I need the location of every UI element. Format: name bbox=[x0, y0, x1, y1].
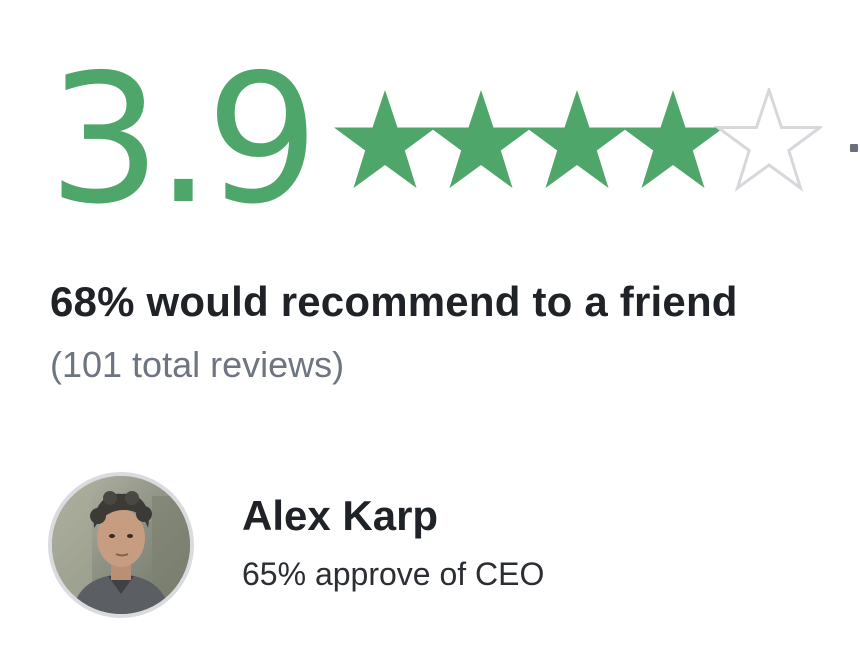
star-2-icon bbox=[430, 90, 532, 188]
star-4-icon bbox=[622, 90, 724, 188]
rating-summary: 3.9 bbox=[48, 36, 319, 243]
total-reviews-link[interactable]: (101 total reviews) bbox=[50, 344, 344, 386]
recommend-percentage: 68% would recommend to a friend bbox=[50, 278, 738, 325]
ceo-avatar[interactable] bbox=[48, 472, 194, 618]
ceo-card[interactable]: Alex Karp 65% approve of CEO bbox=[48, 472, 544, 618]
ceo-approval: 65% approve of CEO bbox=[242, 556, 545, 592]
ceo-name[interactable]: Alex Karp bbox=[242, 492, 662, 540]
ceo-info: Alex Karp 65% approve of CEO bbox=[242, 492, 662, 593]
star-3-icon bbox=[526, 90, 628, 188]
star-5-icon bbox=[716, 88, 822, 190]
star-1-icon bbox=[334, 90, 436, 188]
person-photo-avatar-icon bbox=[52, 476, 190, 614]
overflow-indicator-icon bbox=[850, 144, 858, 152]
star-rating bbox=[334, 88, 822, 190]
rating-value: 3.9 bbox=[48, 36, 319, 243]
